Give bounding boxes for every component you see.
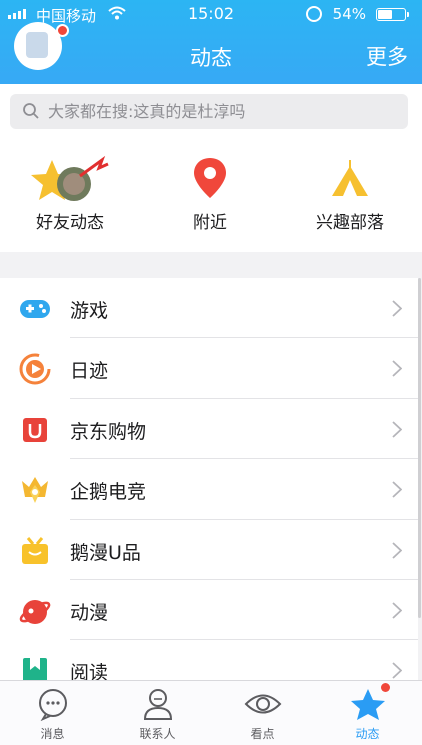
tab-label: 动态 [355, 727, 380, 741]
list-item-label: 京东购物 [70, 420, 147, 443]
tab-messages[interactable]: 消息 [0, 681, 105, 745]
tab-bar: 消息 联系人 看点 动态 [0, 680, 422, 745]
avatar-badge [56, 24, 69, 37]
scrollbar[interactable] [418, 278, 421, 618]
header-bar: 中国移动 15:02 54% 动态 更多 [0, 0, 422, 84]
quick-action-label: 兴趣部落 [316, 213, 384, 233]
eye-icon [244, 687, 282, 725]
message-icon [36, 687, 70, 725]
search-icon [22, 102, 40, 124]
page-title: 动态 [190, 46, 232, 70]
list-item-daily-trace[interactable]: 日迹 [0, 338, 418, 399]
quick-action-label: 好友动态 [36, 213, 104, 233]
quick-actions: 好友动态 附近 兴趣部落 [0, 136, 422, 252]
chevron-right-icon [392, 541, 403, 563]
chevron-right-icon [392, 481, 403, 502]
tab-badge [381, 683, 390, 692]
chevron-right-icon [392, 300, 403, 321]
contacts-icon [141, 687, 175, 725]
tab-label: 联系人 [139, 727, 176, 741]
anime-icon [18, 594, 52, 628]
search-box[interactable] [10, 94, 408, 129]
list-item-anime[interactable]: 动漫 [0, 580, 418, 641]
list-item-jd-shopping[interactable]: 京东购物 [0, 399, 418, 460]
quick-action-friend-feed[interactable]: 好友动态 [0, 136, 140, 252]
tab-label: 消息 [40, 727, 65, 741]
location-pin-icon [190, 154, 230, 206]
list-item-label: 鹅漫U品 [70, 541, 141, 564]
list-item-eman-u-products[interactable]: 鹅漫U品 [0, 520, 418, 580]
gift-box-icon [18, 534, 52, 568]
tab-label: 看点 [250, 727, 275, 741]
list-item-esports[interactable]: 企鹅电竞 [0, 459, 418, 520]
search-section [0, 84, 422, 136]
list-item-label: 企鹅电竞 [70, 481, 147, 504]
quick-action-label: 附近 [193, 213, 227, 233]
more-button[interactable]: 更多 [366, 41, 408, 71]
battery-icon [376, 8, 409, 21]
play-circle-icon [18, 352, 52, 386]
quick-action-nearby[interactable]: 附近 [140, 136, 280, 252]
star-icon [350, 687, 386, 725]
tent-icon [328, 154, 372, 206]
tab-feed[interactable]: 动态 [315, 681, 420, 745]
jd-shopping-icon [18, 413, 52, 447]
chevron-right-icon [392, 421, 403, 442]
feature-list: 游戏 日迹 京东购物 企鹅电竞 鹅漫U品 动漫 阅读 [0, 278, 418, 701]
battery-percent: 54% [332, 5, 366, 23]
rotation-lock-icon [306, 6, 322, 22]
tab-contacts[interactable]: 联系人 [105, 681, 210, 745]
chevron-right-icon [392, 602, 403, 623]
tab-kandian[interactable]: 看点 [210, 681, 315, 745]
quick-action-interest-tribe[interactable]: 兴趣部落 [280, 136, 420, 252]
gamepad-icon [18, 292, 52, 326]
list-item-label: 日迹 [70, 360, 109, 383]
list-item-label: 动漫 [70, 601, 109, 624]
search-input[interactable] [48, 94, 398, 129]
esports-crown-icon [18, 473, 52, 507]
list-item-label: 游戏 [70, 300, 109, 322]
chevron-right-icon [392, 360, 403, 381]
list-item-games[interactable]: 游戏 [0, 278, 418, 339]
